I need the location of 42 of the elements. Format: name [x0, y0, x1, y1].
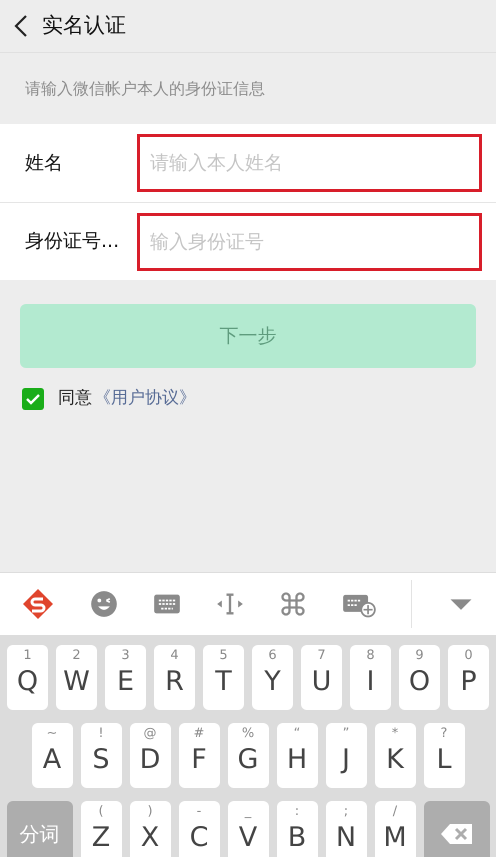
hint-text: 请输入微信帐户本人的身份证信息 [25, 78, 265, 100]
letter-key[interactable]: ” J [326, 723, 366, 788]
letter-key[interactable]: 6 Y [252, 645, 293, 710]
field-label: 身份证号... [25, 229, 120, 254]
letter-key[interactable]: 0 P [448, 645, 489, 710]
letter-key[interactable]: 4 R [154, 645, 195, 710]
agree-checkbox[interactable] [22, 388, 44, 410]
backspace-key[interactable] [424, 801, 490, 857]
letter-key[interactable]: _ V [228, 801, 268, 857]
agree-text: 同意 [58, 387, 92, 410]
letter-key[interactable]: “ H [276, 723, 318, 788]
letter-key[interactable]: % G [228, 723, 268, 788]
check-icon [26, 392, 40, 405]
letter-key[interactable]: ; N [326, 801, 366, 857]
letter-key[interactable]: 2 W [56, 645, 97, 710]
letter-key[interactable]: 7 U [301, 645, 342, 710]
back-icon[interactable] [14, 14, 28, 38]
input-field[interactable]: 输入身份证号 [137, 212, 482, 270]
letter-key[interactable]: * K [374, 723, 416, 788]
backspace-icon [440, 822, 474, 846]
letter-key[interactable]: 8 I [350, 645, 391, 710]
letter-key[interactable]: 1 Q [7, 645, 48, 710]
letter-key[interactable]: : B [276, 801, 318, 857]
letter-key[interactable]: ( Z [80, 801, 122, 857]
logo-icon[interactable] [21, 587, 56, 621]
letter-key[interactable]: ) X [130, 801, 170, 857]
letter-key[interactable]: 9 O [399, 645, 440, 710]
letter-key[interactable]: ~ A [32, 723, 72, 788]
letter-key[interactable]: ! S [80, 723, 122, 788]
letter-key[interactable]: @ D [130, 723, 170, 788]
user-agreement-link[interactable]: 《用户协议》 [94, 386, 196, 412]
letter-key[interactable]: 3 E [105, 645, 146, 710]
letter-key[interactable]: - C [178, 801, 220, 857]
letter-key[interactable]: # F [178, 723, 220, 788]
letter-key[interactable]: / M [374, 801, 416, 857]
field-label: 姓名 [25, 150, 64, 176]
letter-key[interactable]: ? L [424, 723, 464, 788]
input-field[interactable]: 请输入本人姓名 [137, 134, 482, 192]
page-title: 实名认证 [42, 12, 126, 40]
letter-key[interactable]: 5 T [203, 645, 244, 710]
command-icon[interactable] [278, 590, 307, 618]
emoji-icon[interactable] [90, 590, 118, 618]
